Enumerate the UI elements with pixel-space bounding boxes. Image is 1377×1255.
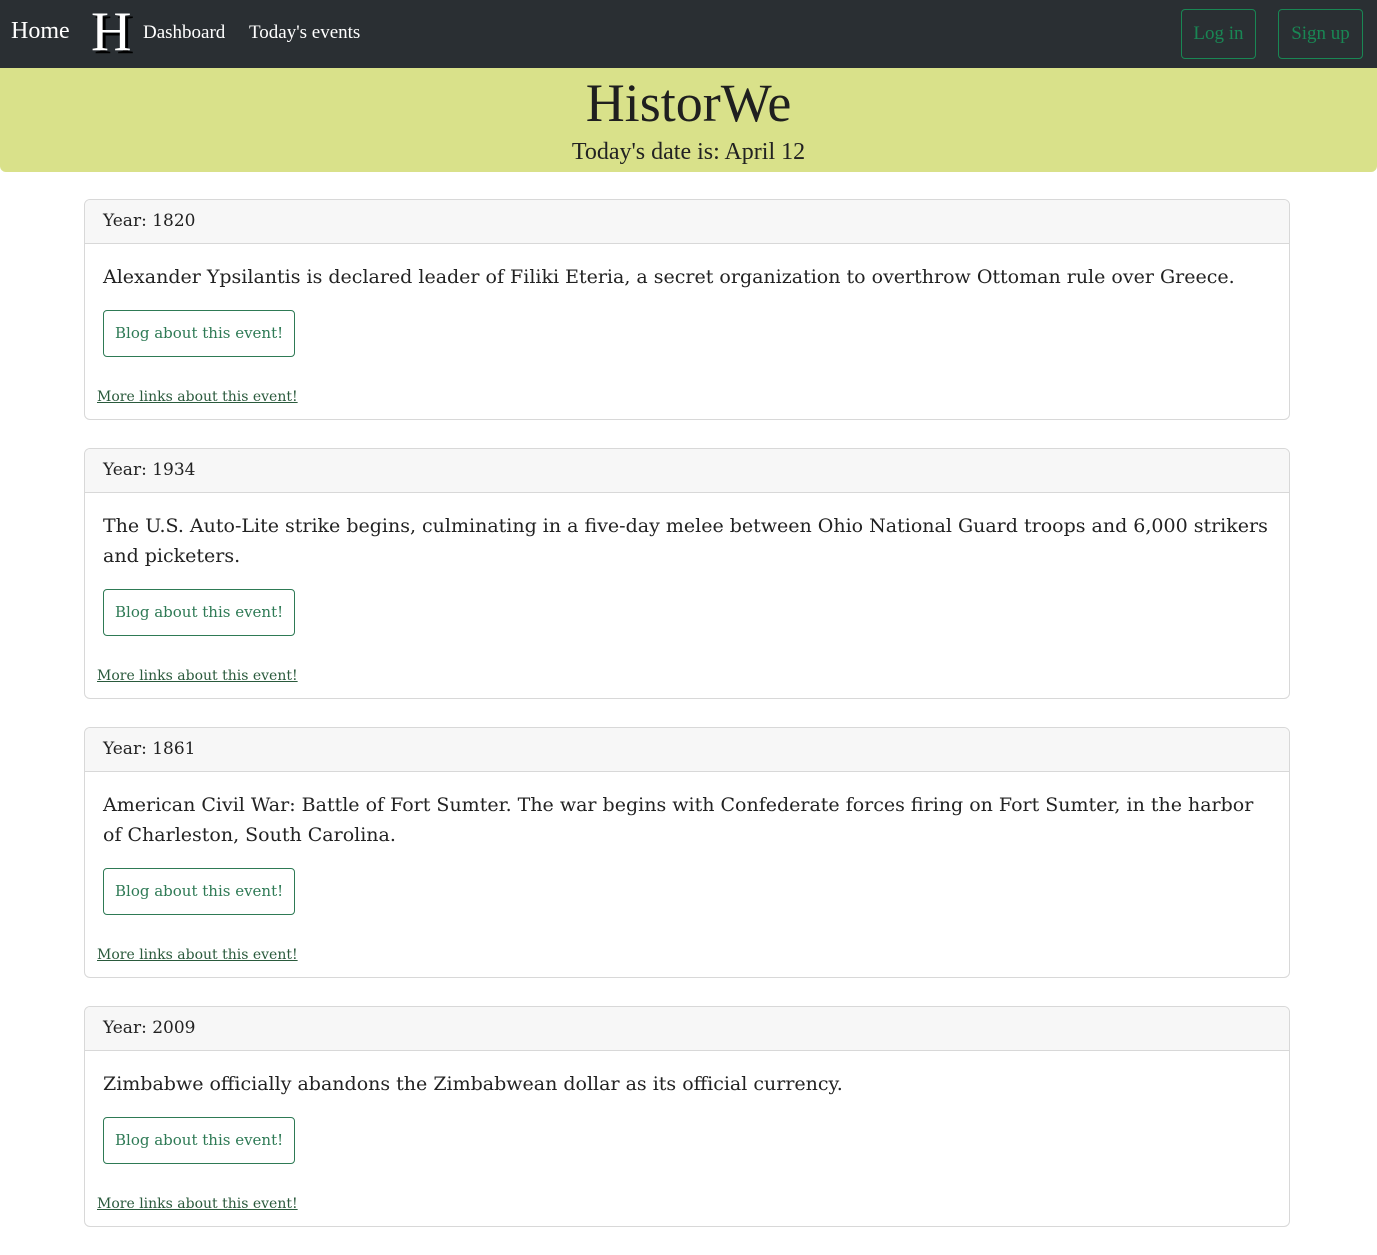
hero-banner: HistorWe Today's date is: April 12 — [0, 68, 1377, 172]
event-description: American Civil War: Battle of Fort Sumte… — [103, 794, 1254, 846]
login-button[interactable]: Log in — [1181, 9, 1256, 59]
event-list: Year: 1820 Alexander Ypsilantis is decla… — [84, 199, 1290, 1255]
more-links-link[interactable]: More links about this event! — [97, 945, 1271, 965]
nav-dashboard-link[interactable]: Dashboard — [143, 22, 225, 44]
event-body: American Civil War: Battle of Fort Sumte… — [85, 772, 1289, 965]
blog-about-event-button[interactable]: Blog about this event! — [103, 310, 296, 357]
navbar: Home H Dashboard Today's events Log in S… — [0, 0, 1377, 68]
event-body: Alexander Ypsilantis is declared leader … — [85, 244, 1289, 407]
blog-about-event-button[interactable]: Blog about this event! — [103, 589, 296, 636]
more-links-link[interactable]: More links about this event! — [97, 1194, 1271, 1214]
event-year: Year: 2009 — [85, 1007, 1289, 1051]
event-description: The U.S. Auto-Lite strike begins, culmin… — [103, 515, 1268, 567]
signup-button[interactable]: Sign up — [1278, 9, 1363, 59]
blog-about-event-button[interactable]: Blog about this event! — [103, 1117, 296, 1164]
todays-date: Today's date is: April 12 — [571, 139, 806, 165]
blog-about-event-button[interactable]: Blog about this event! — [103, 868, 296, 915]
nav-todays-events-link[interactable]: Today's events — [249, 22, 360, 44]
event-body: The U.S. Auto-Lite strike begins, culmin… — [85, 493, 1289, 686]
event-card: Year: 1934 The U.S. Auto-Lite strike beg… — [84, 448, 1290, 699]
event-card: Year: 1861 American Civil War: Battle of… — [84, 727, 1290, 978]
nav-home-link[interactable]: Home — [11, 18, 70, 45]
event-year: Year: 1934 — [85, 449, 1289, 493]
more-links-link[interactable]: More links about this event! — [97, 387, 1271, 407]
event-description: Zimbabwe officially abandons the Zimbabw… — [103, 1073, 843, 1095]
site-logo[interactable]: H — [91, 2, 131, 62]
site-title: HistorWe — [585, 73, 792, 133]
event-card: Year: 2009 Zimbabwe officially abandons … — [84, 1006, 1290, 1227]
event-year: Year: 1861 — [85, 728, 1289, 772]
more-links-link[interactable]: More links about this event! — [97, 666, 1271, 686]
event-description: Alexander Ypsilantis is declared leader … — [103, 266, 1235, 288]
event-year: Year: 1820 — [85, 200, 1289, 244]
event-body: Zimbabwe officially abandons the Zimbabw… — [85, 1051, 1289, 1214]
event-card: Year: 1820 Alexander Ypsilantis is decla… — [84, 199, 1290, 420]
